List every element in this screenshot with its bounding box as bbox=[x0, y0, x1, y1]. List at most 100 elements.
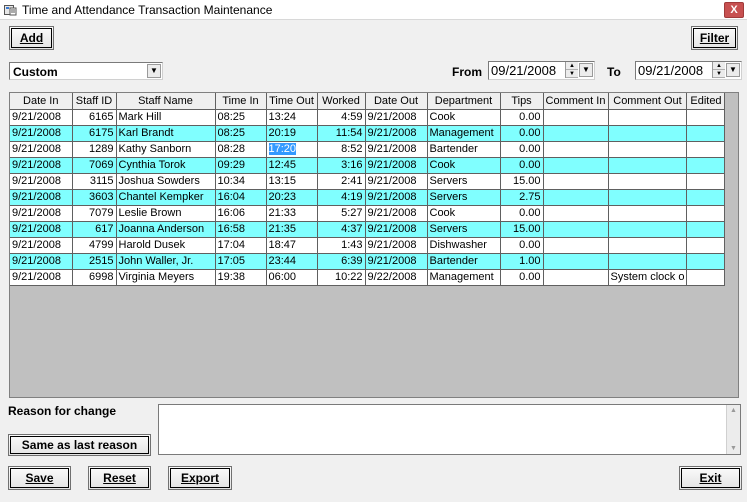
cell-department[interactable]: Dishwasher bbox=[427, 237, 501, 254]
cell-comment-in[interactable] bbox=[543, 141, 609, 158]
cell-comment-in[interactable] bbox=[543, 125, 609, 142]
cell-tips[interactable]: 0.00 bbox=[500, 141, 544, 158]
chevron-down-icon[interactable]: ▼ bbox=[147, 64, 161, 78]
column-header-time-in[interactable]: Time In bbox=[215, 93, 267, 110]
cell-department[interactable]: Bartender bbox=[427, 253, 501, 270]
cell-staff-name[interactable]: Chantel Kempker bbox=[116, 189, 216, 206]
chevron-down-icon[interactable]: ▼ bbox=[579, 63, 593, 77]
column-header-staff-id[interactable]: Staff ID bbox=[72, 93, 117, 110]
cell-department[interactable]: Management bbox=[427, 125, 501, 142]
scroll-up-icon[interactable]: ▲ bbox=[730, 407, 737, 414]
cell-staff-name[interactable]: Leslie Brown bbox=[116, 205, 216, 222]
spin-up-icon[interactable]: ▲ bbox=[566, 62, 578, 70]
cell-staff-id[interactable]: 617 bbox=[72, 221, 117, 238]
cell-staff-id[interactable]: 2515 bbox=[72, 253, 117, 270]
spin-down-icon[interactable]: ▼ bbox=[566, 70, 578, 78]
cell-edited[interactable] bbox=[686, 205, 726, 222]
cell-worked[interactable]: 1:43 bbox=[317, 237, 366, 254]
cell-tips[interactable]: 0.00 bbox=[500, 109, 544, 126]
table-row[interactable]: 9/21/2008 7069 Cynthia Torok 09:29 12:45 3:16… bbox=[10, 157, 726, 174]
cell-department[interactable]: Servers bbox=[427, 173, 501, 190]
cell-edited[interactable] bbox=[686, 221, 726, 238]
cell-time-in[interactable]: 17:04 bbox=[215, 237, 267, 254]
cell-comment-out[interactable] bbox=[608, 109, 688, 126]
reason-input[interactable]: ▲ ▼ bbox=[158, 404, 741, 455]
from-date-spinner[interactable]: ▲ ▼ bbox=[565, 62, 578, 78]
cell-date-out[interactable]: 9/21/2008 bbox=[365, 237, 428, 254]
cell-time-out[interactable]: 23:44 bbox=[266, 253, 318, 270]
cell-time-out[interactable]: 12:45 bbox=[266, 157, 318, 174]
table-row[interactable]: 9/21/2008 2515 John Waller, Jr. 17:05 23:44 6… bbox=[10, 253, 726, 270]
cell-time-in[interactable]: 16:06 bbox=[215, 205, 267, 222]
cell-comment-out[interactable] bbox=[608, 141, 688, 158]
chevron-down-icon[interactable]: ▼ bbox=[726, 63, 740, 77]
cell-staff-name[interactable]: Virginia Meyers bbox=[116, 269, 216, 286]
cell-staff-id[interactable]: 7079 bbox=[72, 205, 117, 222]
column-header-staff-name[interactable]: Staff Name bbox=[116, 93, 216, 110]
column-header-tips[interactable]: Tips bbox=[500, 93, 544, 110]
cell-edited[interactable] bbox=[686, 189, 726, 206]
cell-comment-out[interactable] bbox=[608, 125, 688, 142]
cell-date-out[interactable]: 9/22/2008 bbox=[365, 269, 428, 286]
cell-edited[interactable] bbox=[686, 253, 726, 270]
cell-tips[interactable]: 1.00 bbox=[500, 253, 544, 270]
close-button[interactable]: X bbox=[724, 2, 744, 18]
cell-time-out[interactable]: 21:33 bbox=[266, 205, 318, 222]
cell-time-in[interactable]: 16:04 bbox=[215, 189, 267, 206]
cell-staff-name[interactable]: Harold Dusek bbox=[116, 237, 216, 254]
table-row[interactable]: 9/21/2008 6165 Mark Hill 08:25 13:24 4:59 9/21… bbox=[10, 109, 726, 126]
cell-date-in[interactable]: 9/21/2008 bbox=[10, 221, 73, 238]
cell-worked[interactable]: 6:39 bbox=[317, 253, 366, 270]
transaction-grid[interactable]: Date In Staff ID Staff Name Time In Time… bbox=[9, 92, 739, 398]
cell-date-in[interactable]: 9/21/2008 bbox=[10, 125, 73, 142]
cell-edited[interactable] bbox=[686, 237, 726, 254]
cell-date-out[interactable]: 9/21/2008 bbox=[365, 253, 428, 270]
cell-edited[interactable] bbox=[686, 109, 726, 126]
cell-tips[interactable]: 0.00 bbox=[500, 237, 544, 254]
cell-time-in[interactable]: 08:28 bbox=[215, 141, 267, 158]
to-date-picker[interactable]: 09/21/2008 ▲ ▼ ▼ bbox=[635, 61, 742, 80]
cell-comment-out[interactable] bbox=[608, 173, 688, 190]
cell-edited[interactable] bbox=[686, 157, 726, 174]
column-header-time-out[interactable]: Time Out bbox=[266, 93, 318, 110]
cell-comment-in[interactable] bbox=[543, 109, 609, 126]
cell-time-in[interactable]: 10:34 bbox=[215, 173, 267, 190]
cell-comment-out[interactable]: System clock o bbox=[608, 269, 688, 286]
cell-worked[interactable]: 4:19 bbox=[317, 189, 366, 206]
table-row[interactable]: 9/21/2008 6175 Karl Brandt 08:25 20:19 11:54 9… bbox=[10, 125, 726, 142]
cell-time-out[interactable]: 20:23 bbox=[266, 189, 318, 206]
cell-comment-out[interactable] bbox=[608, 253, 688, 270]
cell-staff-id[interactable]: 6175 bbox=[72, 125, 117, 142]
cell-tips[interactable]: 0.00 bbox=[500, 157, 544, 174]
cell-edited[interactable] bbox=[686, 141, 726, 158]
cell-department[interactable]: Bartender bbox=[427, 141, 501, 158]
table-row[interactable]: 9/21/2008 3603 Chantel Kempker 16:04 20:23 4:… bbox=[10, 189, 726, 206]
cell-department[interactable]: Servers bbox=[427, 221, 501, 238]
add-button[interactable]: Add bbox=[9, 26, 54, 50]
cell-worked[interactable]: 2:41 bbox=[317, 173, 366, 190]
cell-time-out[interactable]: 17:20 bbox=[266, 141, 318, 158]
scroll-down-icon[interactable]: ▼ bbox=[730, 445, 737, 452]
cell-department[interactable]: Servers bbox=[427, 189, 501, 206]
cell-date-in[interactable]: 9/21/2008 bbox=[10, 189, 73, 206]
table-row[interactable]: 9/21/2008 4799 Harold Dusek 17:04 18:47 1:43 9… bbox=[10, 237, 726, 254]
cell-time-in[interactable]: 08:25 bbox=[215, 109, 267, 126]
cell-comment-out[interactable] bbox=[608, 189, 688, 206]
column-header-edited[interactable]: Edited bbox=[686, 93, 726, 110]
cell-staff-name[interactable]: Joanna Anderson bbox=[116, 221, 216, 238]
cell-staff-id[interactable]: 6165 bbox=[72, 109, 117, 126]
cell-comment-in[interactable] bbox=[543, 221, 609, 238]
cell-staff-id[interactable]: 6998 bbox=[72, 269, 117, 286]
to-date-spinner[interactable]: ▲ ▼ bbox=[712, 62, 725, 78]
reason-scrollbar[interactable]: ▲ ▼ bbox=[726, 405, 740, 454]
cell-comment-in[interactable] bbox=[543, 269, 609, 286]
spin-down-icon[interactable]: ▼ bbox=[713, 70, 725, 78]
cell-comment-in[interactable] bbox=[543, 205, 609, 222]
cell-comment-in[interactable] bbox=[543, 237, 609, 254]
cell-time-in[interactable]: 08:25 bbox=[215, 125, 267, 142]
cell-time-out[interactable]: 13:24 bbox=[266, 109, 318, 126]
table-row[interactable]: 9/21/2008 7079 Leslie Brown 16:06 21:33 5:27 9… bbox=[10, 205, 726, 222]
cell-date-out[interactable]: 9/21/2008 bbox=[365, 205, 428, 222]
column-header-date-in[interactable]: Date In bbox=[10, 93, 73, 110]
cell-staff-name[interactable]: Joshua Sowders bbox=[116, 173, 216, 190]
